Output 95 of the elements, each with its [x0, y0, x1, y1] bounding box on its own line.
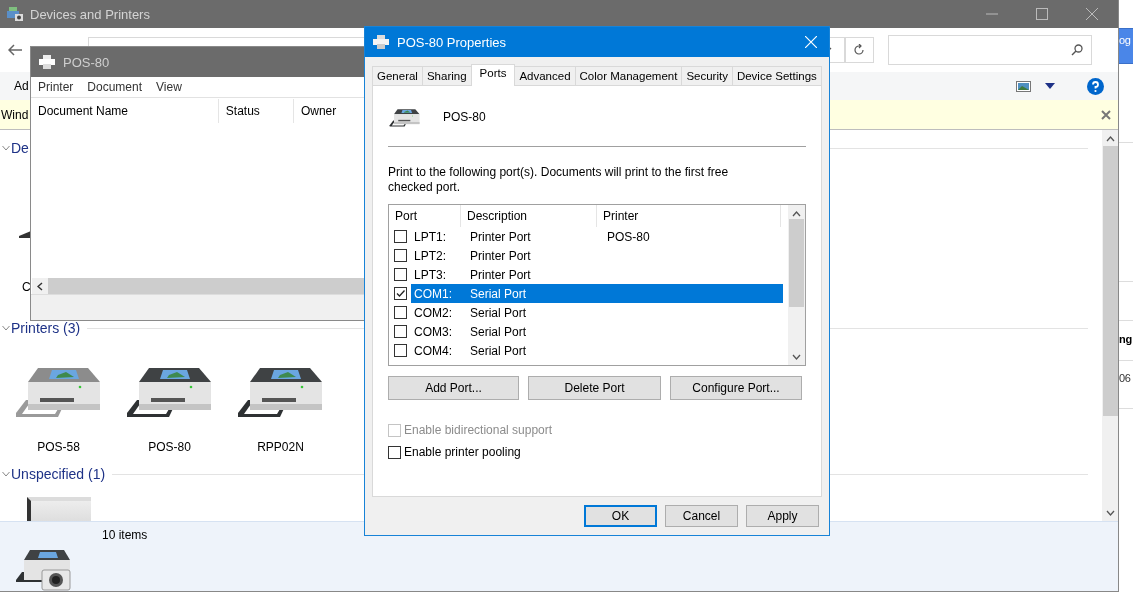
column-header[interactable]: Port — [389, 205, 461, 227]
table-cell-text: Serial Port — [469, 324, 528, 339]
refresh-button[interactable] — [844, 37, 874, 63]
tab[interactable]: Sharing — [421, 66, 472, 85]
list-row[interactable]: COM2: Serial Port — [411, 303, 783, 322]
table-cell-text: POS-80 — [606, 229, 650, 244]
printer-name: POS-80 — [443, 110, 486, 124]
close-icon[interactable] — [1101, 109, 1111, 120]
back-icon[interactable] — [8, 44, 22, 56]
checkbox[interactable] — [394, 249, 407, 262]
tab[interactable]: General — [372, 66, 423, 85]
chevron-icon[interactable] — [2, 324, 10, 332]
table-cell-text: LPT2: — [413, 248, 447, 263]
search-field[interactable] — [888, 35, 1092, 65]
printer-icon — [389, 106, 421, 128]
table-cell: 06 — [1119, 372, 1131, 384]
table-cell-text: COM3: — [413, 324, 453, 339]
tab[interactable]: Device Settings — [731, 66, 822, 85]
table-cell-text: Serial Port — [469, 343, 528, 358]
menu-item[interactable]: Printer — [31, 80, 81, 94]
dialog-button[interactable]: Apply — [746, 505, 819, 527]
table-cell-text: LPT1: — [413, 229, 447, 244]
item-count: 10 items — [102, 528, 148, 544]
port-button[interactable]: Configure Port... — [670, 376, 802, 400]
list-row[interactable]: COM1: Serial Port — [411, 284, 783, 303]
close-icon[interactable] — [1086, 8, 1098, 20]
printer-icon — [39, 55, 55, 69]
scroll-down-icon[interactable] — [1105, 510, 1115, 516]
view-icon[interactable] — [1016, 80, 1031, 92]
help-icon[interactable] — [1087, 77, 1104, 95]
header-button[interactable] — [1119, 28, 1133, 64]
column-header[interactable]: Printer — [597, 205, 781, 227]
checkbox[interactable] — [394, 344, 407, 357]
dialog-button[interactable]: OK — [584, 505, 657, 527]
menu-item[interactable]: View — [149, 80, 189, 94]
scrollbar[interactable] — [1102, 130, 1118, 521]
tab[interactable]: Security — [681, 66, 733, 85]
scroll-left-icon[interactable] — [37, 281, 43, 291]
scrollbar[interactable] — [788, 205, 805, 365]
window-title: POS-80 — [63, 54, 110, 70]
table-cell-text: COM1: — [413, 286, 453, 301]
device-label: C — [22, 280, 31, 294]
table-cell-text: COM2: — [413, 305, 453, 320]
checkbox[interactable] — [394, 306, 407, 319]
port-button[interactable]: Add Port... — [388, 376, 519, 400]
list-row[interactable]: LPT1: Printer Port POS-80 — [411, 227, 783, 246]
checkbox[interactable] — [394, 287, 407, 300]
column-heading: ng — [1119, 333, 1132, 345]
checkbox[interactable] — [394, 268, 407, 281]
table-cell-text: Printer Port — [469, 248, 532, 263]
port-button[interactable]: Delete Port — [528, 376, 661, 400]
scroll-up-icon[interactable] — [792, 211, 801, 217]
column-header[interactable]: Document Name — [31, 99, 219, 123]
table-cell-text: COM4: — [413, 343, 453, 358]
table-cell-text: Serial Port — [469, 286, 528, 301]
tab[interactable]: Ports — [470, 64, 516, 86]
scroll-up-icon[interactable] — [1105, 136, 1115, 142]
dialog-button[interactable]: Cancel — [665, 505, 738, 527]
search-icon — [1071, 44, 1083, 56]
chevron-icon[interactable] — [2, 470, 10, 478]
group-header[interactable]: De — [11, 140, 29, 156]
device-label: POS-80 — [148, 440, 191, 454]
device-label: RPP02N — [257, 440, 304, 454]
checkbox[interactable] — [394, 325, 407, 338]
printer-icon — [373, 35, 389, 49]
group-header[interactable]: Unspecified (1) — [11, 466, 106, 482]
caret-icon[interactable] — [1045, 83, 1055, 89]
table-cell-text: Printer Port — [469, 229, 532, 244]
table-cell-text: Serial Port — [469, 305, 528, 320]
column-header[interactable]: Description — [461, 205, 597, 227]
checkbox[interactable] — [394, 230, 407, 243]
header-button-label: og — [1119, 34, 1131, 46]
window-title: POS-80 Properties — [397, 34, 507, 50]
device-label: POS-58 — [37, 440, 80, 454]
menu-item[interactable]: Document — [80, 80, 150, 94]
table-cell-text: Printer Port — [469, 267, 532, 282]
checkbox[interactable] — [388, 445, 401, 459]
description-text: Print to the following port(s). Documents will print to the first free checked port. — [388, 165, 730, 195]
maximize-icon[interactable] — [1036, 8, 1048, 20]
checkbox-label[interactable]: Enable printer pooling — [404, 445, 521, 459]
tab[interactable]: Color Management — [574, 66, 683, 85]
list-row[interactable]: COM4: Serial Port — [411, 341, 783, 360]
toolbar-command[interactable]: Ad — [14, 79, 29, 93]
list-row[interactable]: LPT2: Printer Port — [411, 246, 783, 265]
info-text: Wind — [1, 107, 29, 122]
group-header[interactable]: Printers (3) — [11, 320, 81, 336]
table-cell-text: LPT3: — [413, 267, 447, 282]
scroll-down-icon[interactable] — [792, 354, 801, 360]
list-row[interactable]: LPT3: Printer Port — [411, 265, 783, 284]
column-header[interactable]: Status — [218, 99, 294, 123]
printer-icon — [6, 6, 24, 22]
list-row[interactable]: COM3: Serial Port — [411, 322, 783, 341]
refresh-icon — [853, 44, 865, 56]
window-title: Devices and Printers — [30, 6, 150, 22]
chevron-icon[interactable] — [2, 144, 10, 152]
